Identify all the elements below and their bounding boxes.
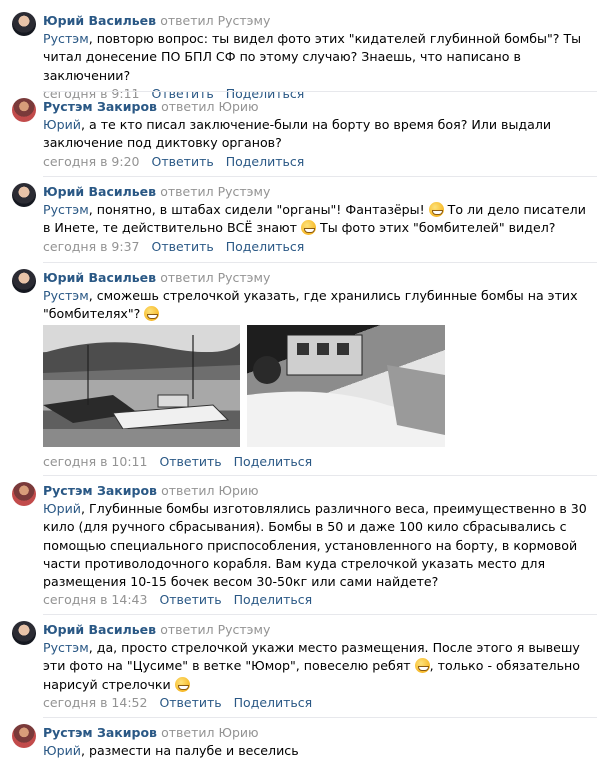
comment-time[interactable]: сегодня в 9:20	[43, 154, 140, 169]
grinning-face-emoji-icon	[414, 658, 430, 674]
comment-text: Юрий, размести на палубе и веселись	[43, 743, 299, 758]
share-button[interactable]: Поделиться	[226, 154, 305, 169]
replied-to[interactable]: ответил Рустэму	[160, 622, 270, 637]
replied-to[interactable]: ответил Юрию	[161, 99, 258, 114]
replied-to[interactable]: ответил Рустэму	[160, 184, 270, 199]
comment-text: Рустэм, сможешь стрелочкой указать, где …	[43, 288, 578, 322]
grinning-face-emoji-icon	[301, 220, 316, 236]
reply-button[interactable]: Ответить	[159, 695, 221, 710]
divider	[43, 475, 597, 476]
divider	[43, 614, 597, 615]
avatar[interactable]	[12, 482, 36, 506]
avatar[interactable]	[12, 183, 36, 207]
divider	[43, 262, 597, 263]
mention-link[interactable]: Юрий	[43, 501, 81, 516]
comment-time[interactable]: сегодня в 14:52	[43, 695, 147, 710]
avatar[interactable]	[12, 621, 36, 645]
comment-text: Рустэм, повторю вопрос: ты видел фото эт…	[43, 31, 582, 83]
comment-author[interactable]: Рустэм Закиров	[43, 483, 157, 498]
comment-author[interactable]: Рустэм Закиров	[43, 99, 157, 114]
mention-link[interactable]: Юрий	[43, 743, 81, 758]
comment-time[interactable]: сегодня в 9:37	[43, 239, 140, 254]
share-button[interactable]: Поделиться	[226, 239, 305, 254]
comment-text: Рустэм, понятно, в штабах сидели "органы…	[43, 202, 586, 236]
replied-to[interactable]: ответил Рустэму	[160, 13, 270, 28]
divider	[43, 176, 597, 177]
mention-link[interactable]: Рустэм	[43, 31, 89, 46]
replied-to[interactable]: ответил Юрию	[161, 483, 258, 498]
avatar[interactable]	[12, 98, 36, 122]
mention-link[interactable]: Юрий	[43, 117, 81, 132]
comment-text: Юрий, а те кто писал заключение-были на …	[43, 117, 552, 151]
comment-text: Рустэм, да, просто стрелочкой укажи мест…	[43, 640, 580, 692]
share-button[interactable]: Поделиться	[234, 695, 313, 710]
comment-author[interactable]: Юрий Васильев	[43, 13, 156, 28]
comment-author[interactable]: Юрий Васильев	[43, 184, 156, 199]
reply-button[interactable]: Ответить	[151, 239, 213, 254]
share-button[interactable]: Поделиться	[234, 454, 313, 469]
deck-photo-image	[247, 334, 445, 447]
comment-author[interactable]: Юрий Васильев	[43, 270, 156, 285]
replied-to[interactable]: ответил Рустэму	[160, 270, 270, 285]
comment-author[interactable]: Рустэм Закиров	[43, 725, 157, 740]
comment-text: Юрий, Глубинные бомбы изготовлялись разл…	[43, 501, 587, 590]
reply-button[interactable]: Ответить	[159, 592, 221, 607]
grinning-face-emoji-icon	[144, 306, 160, 322]
mention-link[interactable]: Рустэм	[43, 288, 89, 303]
share-button[interactable]: Поделиться	[234, 592, 313, 607]
attached-photo-deck[interactable]	[247, 325, 445, 447]
boats-photo-image	[43, 335, 240, 447]
attached-photo-boats[interactable]	[43, 325, 240, 447]
replied-to[interactable]: ответил Юрию	[161, 725, 258, 740]
reply-button[interactable]: Ответить	[151, 154, 213, 169]
avatar[interactable]	[12, 724, 36, 748]
divider	[43, 717, 597, 718]
grinning-face-emoji-icon	[174, 676, 190, 692]
avatar[interactable]	[12, 269, 36, 293]
comment-time[interactable]: сегодня в 14:43	[43, 592, 147, 607]
mention-link[interactable]: Рустэм	[43, 202, 89, 217]
comment-time[interactable]: сегодня в 10:11	[43, 454, 147, 469]
avatar[interactable]	[12, 12, 36, 36]
divider	[43, 91, 597, 92]
comment-author[interactable]: Юрий Васильев	[43, 622, 156, 637]
grinning-face-emoji-icon	[428, 202, 444, 217]
reply-button[interactable]: Ответить	[159, 454, 221, 469]
mention-link[interactable]: Рустэм	[43, 640, 89, 655]
